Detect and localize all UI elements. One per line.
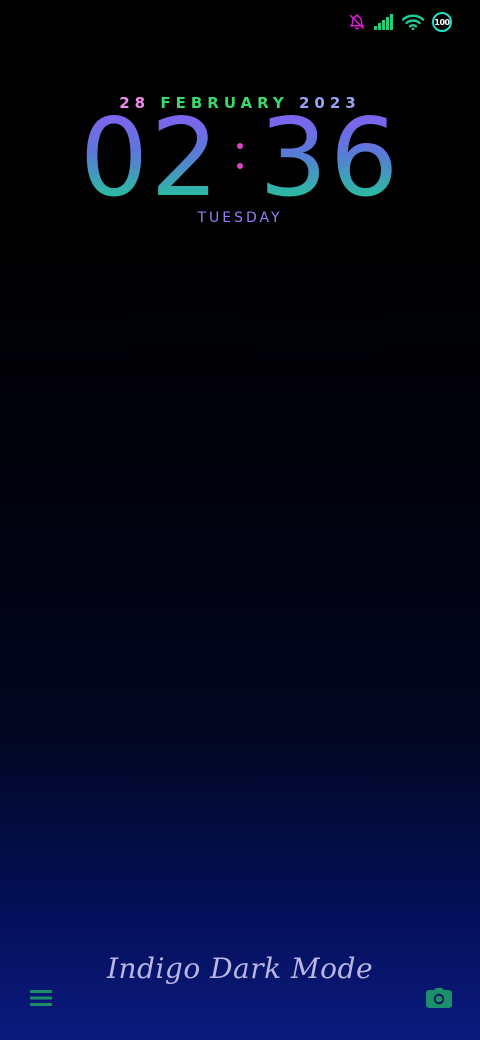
clock-separator xyxy=(235,137,245,181)
weekday-label: TUESDAY xyxy=(197,210,283,226)
status-bar: 100 xyxy=(348,10,452,34)
battery-level: 100 xyxy=(434,17,450,27)
wifi-icon xyxy=(402,14,424,30)
battery-icon: 100 xyxy=(432,12,452,32)
camera-shortcut-button[interactable] xyxy=(424,986,454,1014)
clock-hours: 02 xyxy=(79,96,221,221)
cellular-signal-icon xyxy=(374,14,394,30)
theme-signature: Indigo Dark Mode xyxy=(106,952,374,985)
alarm-off-icon xyxy=(348,13,366,31)
clock: 02 36 xyxy=(0,104,480,214)
camera-icon xyxy=(426,988,452,1012)
menu-icon xyxy=(30,989,52,1011)
menu-shortcut-button[interactable] xyxy=(26,986,56,1014)
clock-minutes: 36 xyxy=(259,96,401,221)
